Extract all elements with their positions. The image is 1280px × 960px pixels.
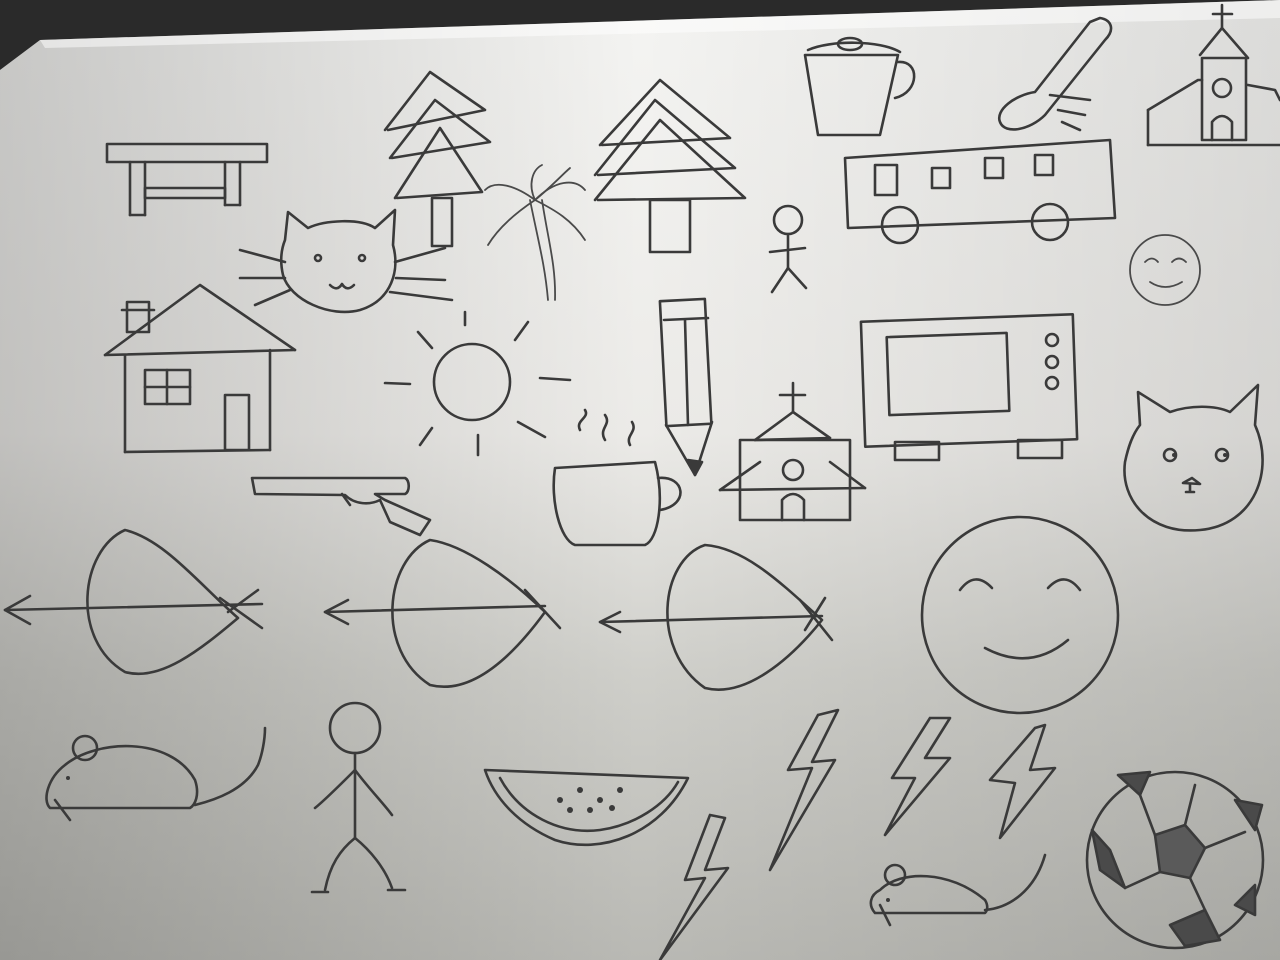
notebook-photo: [0, 0, 1280, 960]
